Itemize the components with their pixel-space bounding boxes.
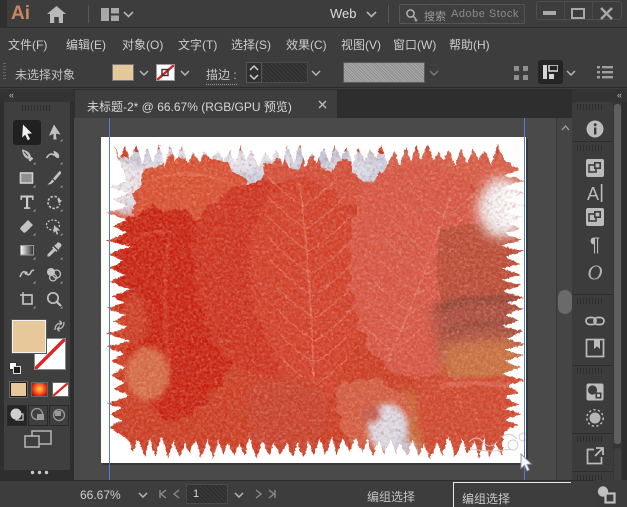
svg-text:A: A [587, 184, 599, 203]
svg-text:O: O [587, 262, 602, 282]
svg-text:¶: ¶ [590, 235, 600, 254]
